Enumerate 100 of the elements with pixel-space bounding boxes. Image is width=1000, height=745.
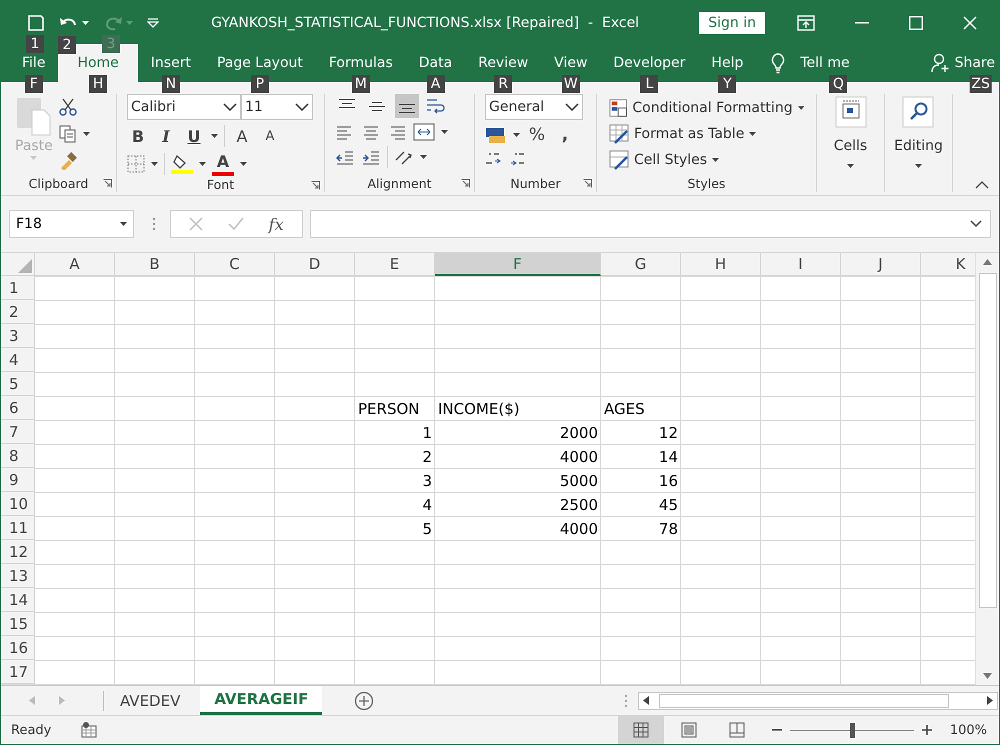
font-color-button[interactable]: A — [212, 152, 234, 176]
cells-button[interactable]: Cells — [834, 94, 868, 174]
close-icon[interactable] — [963, 16, 977, 30]
row-header[interactable]: 15 — [1, 612, 35, 636]
increase-indent-icon[interactable] — [361, 149, 381, 165]
dialog-launcher-icon[interactable] — [311, 181, 320, 190]
caret-icon[interactable] — [211, 134, 218, 138]
italic-button[interactable]: I — [155, 125, 177, 147]
caret-icon[interactable] — [240, 162, 247, 166]
row-header[interactable]: 1 — [1, 276, 35, 300]
add-sheet-icon[interactable] — [354, 690, 374, 710]
row-header[interactable]: 5 — [1, 372, 35, 396]
style-command-button[interactable]: Format as Table — [609, 124, 804, 144]
underline-button[interactable]: U — [183, 125, 205, 147]
font-size-field[interactable]: 11 — [241, 94, 313, 120]
row-header[interactable]: 3 — [1, 324, 35, 348]
name-box[interactable]: F18 — [9, 210, 134, 238]
scroll-right-icon[interactable] — [987, 696, 994, 705]
column-header[interactable]: E — [355, 253, 435, 276]
fill-color-icon[interactable] — [171, 154, 193, 174]
ribbon-display-icon[interactable] — [797, 14, 815, 30]
shrink-font-button[interactable]: A — [259, 125, 281, 147]
row-header[interactable]: 10 — [1, 492, 35, 516]
minimize-icon[interactable] — [855, 22, 869, 24]
column-header[interactable]: D — [275, 253, 355, 276]
style-command-button[interactable]: Conditional Formatting — [609, 98, 804, 118]
row-header[interactable]: 4 — [1, 348, 35, 372]
save-icon[interactable] — [27, 14, 45, 32]
dialog-launcher-icon[interactable] — [461, 179, 470, 188]
person-icon[interactable] — [930, 53, 951, 73]
column-header[interactable]: H — [681, 253, 761, 276]
dialog-launcher-icon[interactable] — [583, 179, 592, 188]
view-button[interactable] — [618, 716, 664, 744]
comma-button[interactable]: , — [554, 125, 576, 145]
check-icon[interactable] — [228, 217, 244, 231]
column-header[interactable]: J — [841, 253, 921, 276]
scissors-icon[interactable] — [58, 98, 77, 116]
row-header[interactable]: 8 — [1, 444, 35, 468]
number-format-field[interactable]: General — [485, 94, 583, 120]
bold-button[interactable]: B — [127, 125, 149, 147]
percent-button[interactable]: % — [526, 125, 548, 145]
collapse-ribbon-icon[interactable] — [975, 181, 989, 189]
scroll-down-icon[interactable] — [983, 673, 992, 679]
column-header[interactable]: I — [761, 253, 841, 276]
format-painter-icon[interactable] — [58, 152, 77, 170]
caret-icon[interactable] — [420, 155, 427, 159]
row-header[interactable]: 11 — [1, 516, 35, 540]
align-center-icon[interactable] — [361, 124, 381, 140]
chevron-icon[interactable] — [223, 103, 237, 111]
column-header[interactable]: F — [435, 253, 601, 276]
column-header[interactable]: B — [115, 253, 195, 276]
share-button[interactable]: Share — [954, 55, 995, 71]
row-header[interactable]: 9 — [1, 468, 35, 492]
dialog-launcher-icon[interactable] — [103, 179, 112, 188]
decrease-indent-icon[interactable] — [335, 149, 355, 165]
scroll-thumb[interactable] — [978, 273, 996, 608]
maximize-icon[interactable] — [909, 16, 923, 30]
lightbulb-icon[interactable] — [770, 52, 786, 74]
row-header[interactable]: 2 — [1, 300, 35, 324]
style-command-button[interactable]: Cell Styles — [609, 150, 804, 170]
row-header[interactable]: 7 — [1, 420, 35, 444]
caret-icon[interactable] — [82, 20, 89, 24]
scroll-thumb[interactable] — [659, 694, 950, 708]
vertical-align-button[interactable] — [395, 94, 419, 118]
column-header[interactable]: C — [195, 253, 275, 276]
formula-input-field[interactable] — [310, 210, 991, 238]
caret-icon[interactable] — [441, 130, 448, 134]
row-header[interactable]: 17 — [1, 660, 35, 684]
row-header[interactable]: 13 — [1, 564, 35, 588]
merge-center-icon[interactable] — [413, 123, 435, 141]
customize-icon[interactable] — [147, 18, 159, 28]
font-name-field[interactable]: Calibri — [127, 94, 241, 120]
slider-thumb[interactable] — [850, 722, 855, 738]
zoom-in-icon[interactable] — [922, 725, 932, 735]
row-header[interactable]: 6 — [1, 396, 35, 420]
column-header[interactable]: K — [921, 253, 976, 276]
caret-icon[interactable] — [513, 133, 520, 137]
macro-record-icon[interactable] — [81, 722, 100, 738]
insert-function-button[interactable]: fx — [268, 214, 284, 234]
row-header[interactable]: 16 — [1, 636, 35, 660]
copy-icon[interactable] — [58, 125, 77, 143]
row-header[interactable]: 12 — [1, 540, 35, 564]
wrap-text-icon[interactable] — [425, 97, 445, 115]
chevron-icon[interactable] — [295, 103, 309, 111]
sign-in-button[interactable]: Sign in — [699, 12, 765, 34]
column-header[interactable]: G — [601, 253, 681, 276]
chevron-icon[interactable] — [565, 103, 579, 111]
grow-font-button[interactable]: A — [231, 125, 253, 147]
column-header[interactable]: A — [35, 253, 115, 276]
currency-icon[interactable] — [485, 126, 507, 144]
sheet-tab[interactable]: AVERAGEIF — [200, 686, 322, 715]
scroll-left-icon[interactable] — [643, 696, 650, 705]
row-header[interactable]: 14 — [1, 588, 35, 612]
expand-icon[interactable] — [970, 220, 982, 228]
scroll-up-icon[interactable] — [983, 259, 992, 265]
caret-icon[interactable] — [199, 162, 206, 166]
caret-icon[interactable] — [151, 162, 158, 166]
caret-icon[interactable] — [82, 132, 90, 136]
borders-icon[interactable] — [127, 155, 145, 173]
zoom-level[interactable]: 100% — [950, 722, 987, 738]
